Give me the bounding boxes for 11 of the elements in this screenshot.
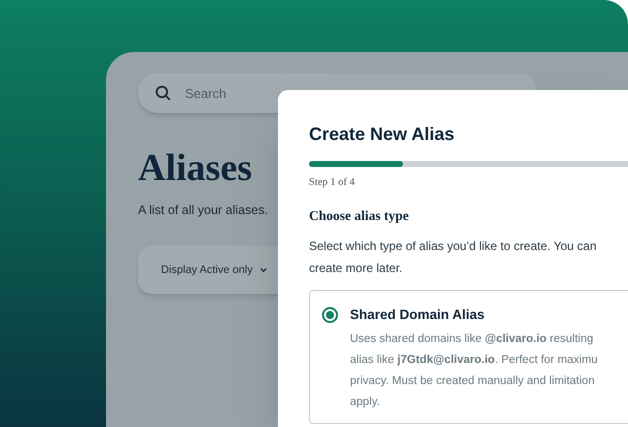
- alias-type-option[interactable]: Shared Domain Alias Uses shared domains like @clivaro.io resulting alias like j7Gtdk@clivaro.io. Perfect for maximu privacy. Must be created manually and limitation apply.: [309, 290, 628, 424]
- chevron-down-icon: [258, 265, 268, 274]
- page-subtitle: A list of all your aliases.: [138, 202, 268, 219]
- modal-title: Create New Alias: [309, 123, 454, 146]
- step-label: Step 1 of 4: [309, 176, 355, 190]
- search-icon: [154, 84, 172, 102]
- option-description: Uses shared domains like @clivaro.io resulting alias like j7Gtdk@clivaro.io. Perfect for maximu privacy. Must be created manually and limitation apply.: [350, 332, 598, 410]
- section-title: Choose alias type: [309, 207, 409, 226]
- page-title: Aliases: [138, 149, 252, 187]
- option-title: Shared Domain Alias: [350, 306, 486, 324]
- radio-button[interactable]: [322, 306, 338, 322]
